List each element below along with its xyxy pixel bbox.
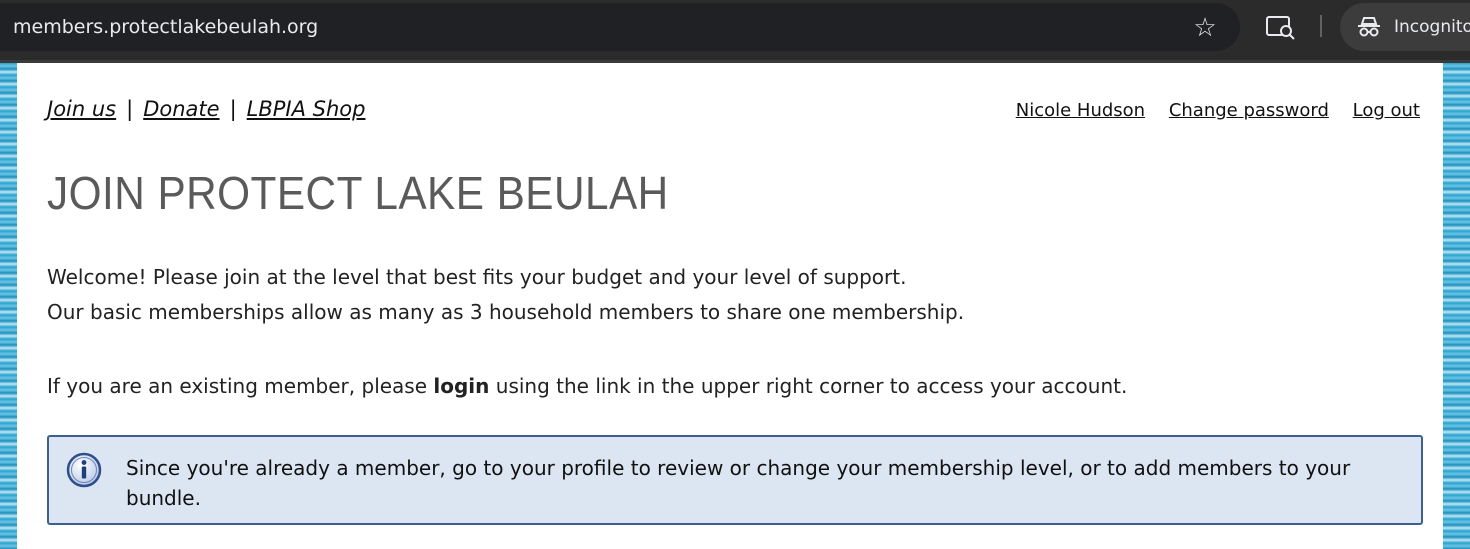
toolbar-divider bbox=[1320, 15, 1322, 37]
bookmark-star-icon[interactable]: ☆ bbox=[1190, 13, 1220, 43]
tab-search-icon[interactable] bbox=[1264, 12, 1298, 42]
intro-line-1: Welcome! Please join at the level that b… bbox=[47, 265, 907, 289]
nav-separator: | bbox=[229, 97, 237, 121]
donate-link[interactable]: Donate bbox=[143, 97, 219, 121]
info-notice: Since you're already a member, go to you… bbox=[47, 435, 1423, 525]
nav-separator: | bbox=[126, 97, 134, 121]
user-nav: Nicole Hudson Change password Log out bbox=[998, 100, 1420, 121]
page-title: JOIN PROTECT LAKE BEULAH bbox=[47, 167, 669, 219]
change-password-link[interactable]: Change password bbox=[1169, 100, 1329, 121]
url-text[interactable]: members.protectlakebeulah.org bbox=[13, 16, 318, 38]
info-icon bbox=[66, 452, 102, 488]
existing-text-after: using the link in the upper right corner… bbox=[489, 374, 1128, 398]
logout-link[interactable]: Log out bbox=[1353, 100, 1420, 121]
browser-toolbar: members.protectlakebeulah.org ☆ Incognit… bbox=[0, 0, 1470, 60]
address-bar[interactable]: members.protectlakebeulah.org ☆ bbox=[0, 3, 1240, 51]
page-content: Join us | Donate | LBPIA Shop Nicole Hudson … bbox=[17, 63, 1443, 549]
existing-text-before: If you are an existing member, please bbox=[47, 374, 434, 398]
incognito-icon bbox=[1358, 17, 1380, 37]
existing-member-text: If you are an existing member, please lo… bbox=[47, 369, 1127, 404]
join-us-link[interactable]: Join us bbox=[47, 97, 116, 121]
notice-text: Since you're already a member, go to you… bbox=[126, 456, 1351, 510]
top-nav: Join us | Donate | LBPIA Shop bbox=[47, 97, 365, 121]
user-name-link[interactable]: Nicole Hudson bbox=[1016, 100, 1145, 121]
shop-link[interactable]: LBPIA Shop bbox=[247, 97, 366, 121]
intro-text: Welcome! Please join at the level that b… bbox=[47, 260, 964, 330]
intro-line-2: Our basic memberships allow as many as 3… bbox=[47, 300, 965, 324]
login-emphasis: login bbox=[433, 374, 490, 398]
incognito-button[interactable]: Incognito bbox=[1340, 3, 1470, 51]
incognito-label: Incognito bbox=[1394, 17, 1470, 37]
